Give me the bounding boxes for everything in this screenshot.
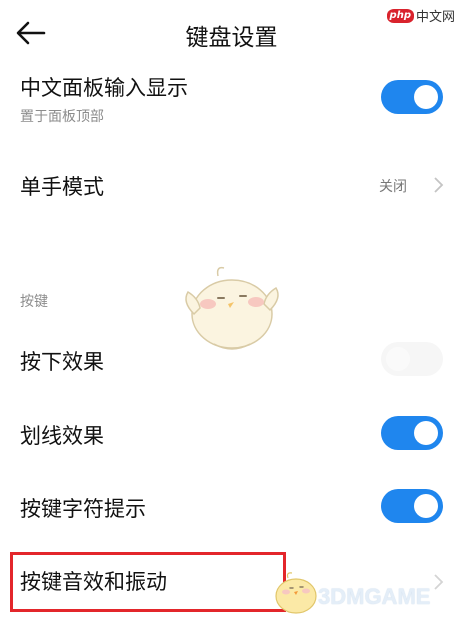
watermark-logo: php 中文网	[386, 6, 455, 25]
chinese-panel-toggle[interactable]	[381, 80, 443, 114]
press-effect-toggle[interactable]	[381, 342, 443, 376]
setting-label: 中文面板输入显示	[20, 76, 188, 100]
mascot-chick-icon	[185, 266, 279, 350]
setting-chinese-panel[interactable]: 中文面板输入显示 置于面板顶部	[0, 70, 463, 130]
watermark-chick-icon	[275, 572, 317, 614]
setting-one-hand-mode[interactable]: 单手模式 关闭	[0, 165, 463, 205]
setting-value: 关闭	[379, 179, 407, 195]
chevron-right-icon	[434, 574, 444, 590]
watermark-text: 中文网	[415, 10, 455, 25]
key-hint-toggle[interactable]	[381, 489, 443, 523]
toggle-knob	[386, 347, 410, 371]
setting-sublabel: 置于面板顶部	[20, 109, 104, 125]
highlight-box	[10, 552, 286, 612]
toggle-knob	[414, 421, 438, 445]
watermark-3dmgame: 3DMGAME	[318, 584, 431, 609]
toggle-knob	[414, 85, 438, 109]
swipe-effect-toggle[interactable]	[381, 416, 443, 450]
setting-label: 划线效果	[20, 424, 104, 448]
setting-key-hint[interactable]: 按键字符提示	[0, 485, 463, 529]
setting-label: 单手模式	[20, 175, 104, 199]
setting-label: 按下效果	[20, 350, 104, 374]
section-title-keys: 按键	[20, 294, 48, 310]
chevron-right-icon	[434, 177, 444, 193]
setting-label: 按键字符提示	[20, 497, 146, 521]
header: 键盘设置 php 中文网	[0, 0, 463, 70]
watermark-badge: php	[386, 8, 414, 23]
toggle-knob	[414, 494, 438, 518]
setting-swipe-effect[interactable]: 划线效果	[0, 412, 463, 456]
